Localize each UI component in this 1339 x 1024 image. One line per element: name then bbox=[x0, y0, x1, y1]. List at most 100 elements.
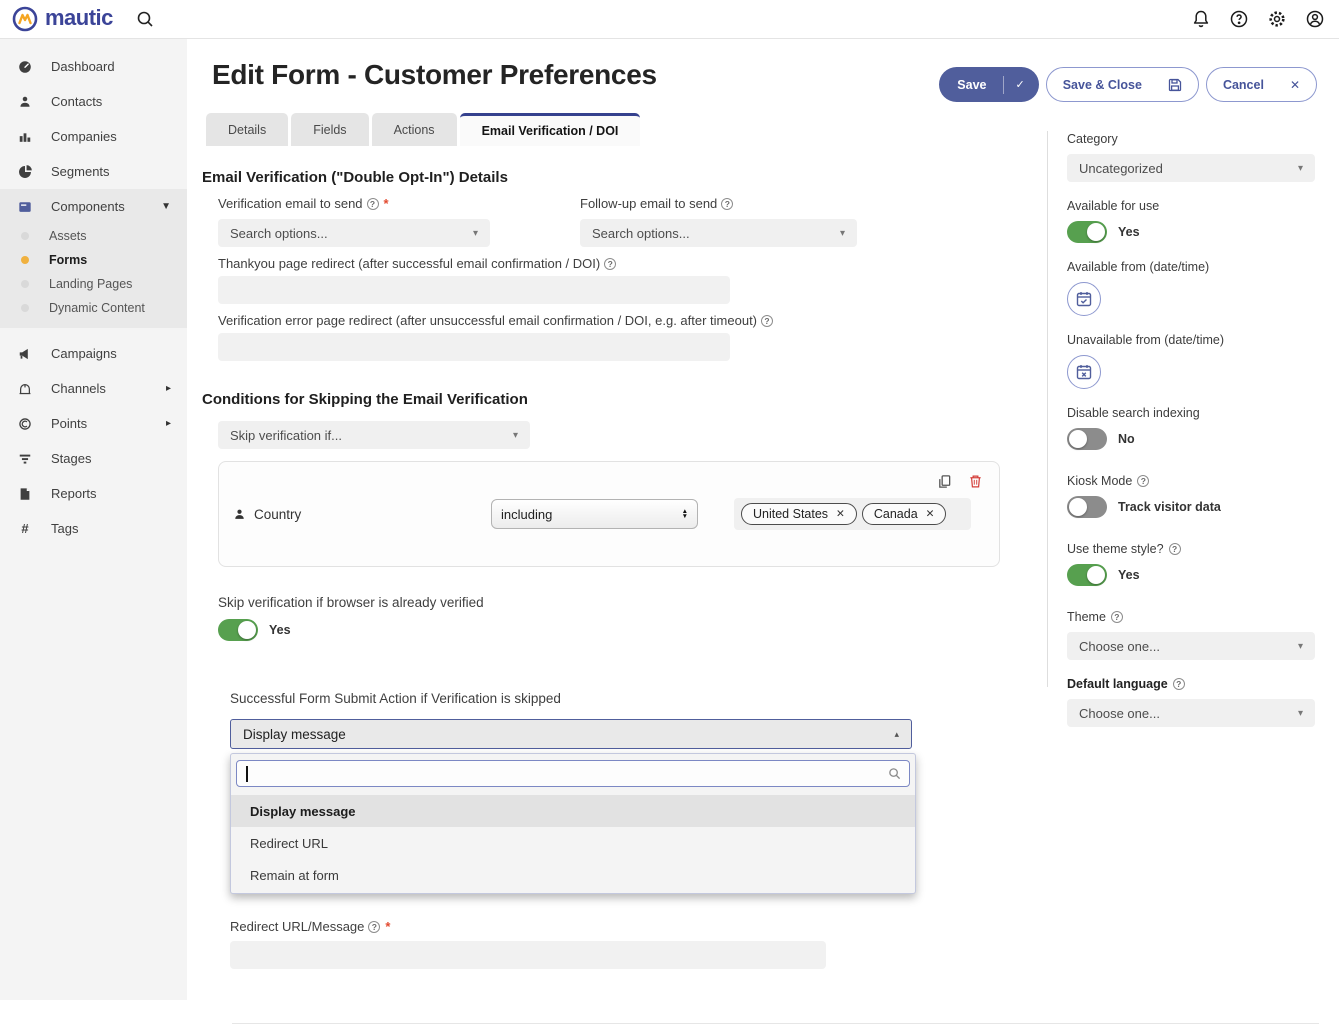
sidebar-item-dynamic-content[interactable]: Dynamic Content bbox=[0, 296, 187, 320]
bullet-icon bbox=[21, 232, 29, 240]
main-area: Save ✓ Save & Close Cancel ✕ Edit Form -… bbox=[187, 39, 1339, 1000]
help-icon[interactable] bbox=[721, 198, 733, 210]
tab-fields[interactable]: Fields bbox=[291, 113, 368, 146]
sidebar-item-points[interactable]: Points ▸ bbox=[0, 406, 187, 441]
default-language-select[interactable]: Choose one... bbox=[1067, 699, 1315, 727]
label-text: Redirect URL/Message bbox=[230, 919, 364, 934]
help-icon[interactable] bbox=[1229, 9, 1249, 29]
sidebar-subitem-label: Landing Pages bbox=[49, 277, 132, 291]
theme-label: Theme bbox=[1067, 610, 1315, 624]
sidebar-item-stages[interactable]: Stages bbox=[0, 441, 187, 476]
sidebar-item-label: Stages bbox=[51, 451, 91, 466]
redirect-url-message-label: Redirect URL/Message bbox=[230, 919, 1047, 934]
chip-remove-icon[interactable]: ✕ bbox=[926, 508, 935, 520]
sidebar-item-companies[interactable]: Companies bbox=[0, 119, 187, 154]
value-chip[interactable]: United States ✕ bbox=[741, 503, 857, 525]
available-for-use-toggle[interactable] bbox=[1067, 221, 1107, 243]
sidebar-item-label: Campaigns bbox=[51, 346, 117, 361]
help-icon[interactable] bbox=[1137, 475, 1149, 487]
help-icon[interactable] bbox=[1111, 611, 1123, 623]
skip-verification-select[interactable]: Skip verification if... bbox=[218, 421, 530, 449]
condition-values[interactable]: United States ✕ Canada ✕ bbox=[734, 498, 971, 530]
coin-icon bbox=[18, 417, 32, 431]
cancel-button[interactable]: Cancel ✕ bbox=[1206, 67, 1317, 102]
caret-down-icon bbox=[513, 430, 518, 441]
sidebar-item-label: Channels bbox=[51, 381, 106, 396]
thankyou-redirect-label: Thankyou page redirect (after successful… bbox=[218, 256, 1047, 271]
select-placeholder: Search options... bbox=[592, 226, 690, 241]
sidebar-item-landing-pages[interactable]: Landing Pages bbox=[0, 272, 187, 296]
use-theme-style-toggle[interactable] bbox=[1067, 564, 1107, 586]
copy-icon[interactable] bbox=[937, 474, 952, 489]
thankyou-redirect-input[interactable] bbox=[218, 276, 730, 304]
mautic-logo[interactable]: mautic bbox=[12, 6, 113, 32]
sidebar-item-forms[interactable]: Forms bbox=[0, 248, 187, 272]
tab-actions[interactable]: Actions bbox=[372, 113, 457, 146]
person-icon bbox=[18, 95, 32, 109]
help-icon[interactable] bbox=[604, 258, 616, 270]
funnel-icon bbox=[18, 452, 32, 466]
sidebar-item-channels[interactable]: Channels ▸ bbox=[0, 371, 187, 406]
sidebar-item-segments[interactable]: Segments bbox=[0, 154, 187, 189]
unavailable-from-calendar-button[interactable] bbox=[1067, 355, 1101, 389]
caret-down-icon bbox=[840, 228, 845, 239]
required-asterisk bbox=[385, 919, 390, 934]
option-redirect-url[interactable]: Redirect URL bbox=[231, 827, 915, 859]
tab-details[interactable]: Details bbox=[206, 113, 288, 146]
option-display-message[interactable]: Display message bbox=[231, 795, 915, 827]
help-icon[interactable] bbox=[1173, 678, 1185, 690]
gauge-icon bbox=[18, 60, 32, 74]
gear-icon[interactable] bbox=[1267, 9, 1287, 29]
sidebar-item-dashboard[interactable]: Dashboard bbox=[0, 49, 187, 84]
section-heading-conditions: Conditions for Skipping the Email Verifi… bbox=[202, 391, 1047, 408]
verification-email-label: Verification email to send bbox=[218, 196, 580, 211]
dropdown-search[interactable] bbox=[236, 760, 910, 787]
disable-search-indexing-label: Disable search indexing bbox=[1067, 406, 1315, 420]
save-and-close-button[interactable]: Save & Close bbox=[1046, 67, 1199, 102]
select-placeholder: Skip verification if... bbox=[230, 428, 342, 443]
bullet-icon bbox=[21, 280, 29, 288]
redirect-url-message-input[interactable] bbox=[230, 941, 826, 969]
chip-remove-icon[interactable]: ✕ bbox=[836, 508, 845, 520]
label-text: Use theme style? bbox=[1067, 542, 1164, 556]
help-icon[interactable] bbox=[1169, 543, 1181, 555]
sidebar-item-contacts[interactable]: Contacts bbox=[0, 84, 187, 119]
dropdown-search-input[interactable] bbox=[245, 766, 901, 781]
search-icon[interactable] bbox=[135, 9, 155, 29]
dropdown-options: Display message Redirect URL Remain at f… bbox=[231, 795, 915, 893]
tab-label: Actions bbox=[394, 123, 435, 137]
kiosk-mode-toggle[interactable] bbox=[1067, 496, 1107, 518]
tab-bar: Details Fields Actions Email Verificatio… bbox=[206, 113, 1047, 146]
browser-skip-toggle[interactable] bbox=[218, 619, 258, 641]
help-icon[interactable] bbox=[761, 315, 773, 327]
sidebar-item-components[interactable]: Components ▼ bbox=[0, 189, 187, 224]
user-icon[interactable] bbox=[1305, 9, 1325, 29]
label-text: Verification email to send bbox=[218, 196, 363, 211]
bullet-icon bbox=[21, 256, 29, 264]
condition-field-label: Country bbox=[254, 507, 301, 522]
sidebar-group-components: Components ▼ Assets Forms Landing Pages … bbox=[0, 189, 187, 328]
verification-email-select[interactable]: Search options... bbox=[218, 219, 490, 247]
left-sidebar: Dashboard Contacts Companies Segments Co… bbox=[0, 39, 187, 1000]
theme-select[interactable]: Choose one... bbox=[1067, 632, 1315, 660]
tab-email-verification-doi[interactable]: Email Verification / DOI bbox=[460, 113, 641, 146]
option-remain-at-form[interactable]: Remain at form bbox=[231, 859, 915, 891]
condition-operator-select[interactable]: including ▲▼ bbox=[491, 499, 698, 529]
chevron-right-icon: ▸ bbox=[166, 383, 171, 394]
help-icon[interactable] bbox=[368, 921, 380, 933]
disable-search-indexing-toggle[interactable] bbox=[1067, 428, 1107, 450]
value-chip[interactable]: Canada ✕ bbox=[862, 503, 947, 525]
sidebar-item-reports[interactable]: Reports bbox=[0, 476, 187, 511]
followup-email-select[interactable]: Search options... bbox=[580, 219, 857, 247]
help-icon[interactable] bbox=[367, 198, 379, 210]
category-select[interactable]: Uncategorized bbox=[1067, 154, 1315, 182]
trash-icon[interactable] bbox=[968, 474, 983, 489]
sidebar-item-assets[interactable]: Assets bbox=[0, 224, 187, 248]
error-redirect-input[interactable] bbox=[218, 333, 730, 361]
toggle-knob bbox=[1069, 430, 1087, 448]
submit-action-select[interactable]: Display message bbox=[230, 719, 912, 749]
available-from-calendar-button[interactable] bbox=[1067, 282, 1101, 316]
sidebar-item-tags[interactable]: # Tags bbox=[0, 511, 187, 546]
sidebar-item-campaigns[interactable]: Campaigns bbox=[0, 336, 187, 371]
bell-icon[interactable] bbox=[1191, 9, 1211, 29]
